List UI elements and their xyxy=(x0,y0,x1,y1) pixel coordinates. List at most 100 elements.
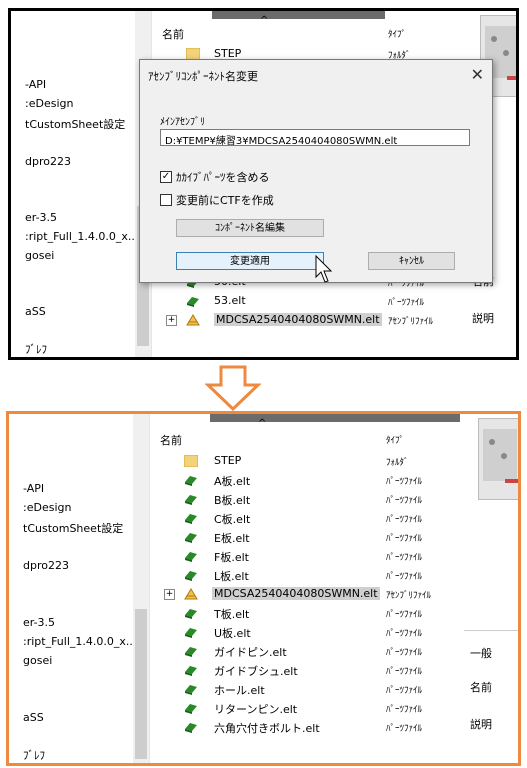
nav-item[interactable]: tCustomSheet設定 xyxy=(23,520,123,536)
part-icon xyxy=(185,552,197,562)
cancel-button[interactable]: ｷｬﾝｾﾙ xyxy=(368,252,455,270)
file-name: C板.elt xyxy=(214,513,251,526)
part-icon xyxy=(187,297,199,307)
file-name: STEP xyxy=(214,454,242,467)
nav-item[interactable]: :ript_Full_1.4.0.0_x... xyxy=(23,635,136,648)
part-icon xyxy=(185,495,197,505)
file-type: ﾊﾟｰﾂﾌｧｲﾙ xyxy=(386,515,423,525)
sort-indicator: ^ xyxy=(260,15,269,26)
main-assembly-path-field[interactable]: D:¥TEMP¥練習3¥MDCSA2540404080SWMN.elt xyxy=(160,129,470,147)
nav-scrollbar-thumb[interactable] xyxy=(135,609,147,759)
file-name: U板.elt xyxy=(214,627,251,640)
down-arrow-icon xyxy=(205,365,261,411)
main-assembly-label: ﾒｲﾝｱｾﾝﾌﾞﾘ xyxy=(160,117,205,128)
nav-item[interactable]: :ript_Full_1.4.0.0_x... xyxy=(25,230,138,243)
file-type: ﾊﾟｰﾂﾌｧｲﾙ xyxy=(386,686,423,696)
file-type: ｱｾﾝﾌﾞﾘﾌｧｲﾙ xyxy=(388,317,434,327)
file-type: ﾊﾟｰﾂﾌｧｲﾙ xyxy=(386,477,423,487)
nav-scrollbar[interactable] xyxy=(133,414,149,763)
file-name: T板.elt xyxy=(214,608,250,621)
after-screenshot: -API :eDesign tCustomSheet設定 dpro223 er-… xyxy=(6,411,521,766)
column-header-type[interactable]: ﾀｲﾌﾟ xyxy=(388,27,406,40)
details-label-description: 説明 xyxy=(470,718,492,731)
file-row[interactable]: F板.elt ﾊﾟｰﾂﾌｧｲﾙ xyxy=(150,547,465,566)
file-name: 六角穴付きボルト.elt xyxy=(214,722,320,735)
file-row-assembly[interactable]: + MDCSA2540404080SWMN.elt ｱｾﾝﾌﾞﾘﾌｧｲﾙ xyxy=(150,585,465,604)
part-icon xyxy=(185,685,197,695)
column-header-type[interactable]: ﾀｲﾌﾟ xyxy=(386,433,404,446)
nav-item[interactable]: ﾌﾞﾚﾌ xyxy=(25,341,47,357)
expand-icon[interactable]: + xyxy=(166,315,177,326)
file-row[interactable]: E板.elt ﾊﾟｰﾂﾌｧｲﾙ xyxy=(150,528,465,547)
include-external-parts-checkbox[interactable]: ✓ xyxy=(160,171,172,183)
file-type: ｱｾﾝﾌﾞﾘﾌｧｲﾙ xyxy=(386,591,432,601)
assembly-icon xyxy=(184,588,198,600)
part-icon xyxy=(185,704,197,714)
file-row[interactable]: ホール.elt ﾊﾟｰﾂﾌｧｲﾙ xyxy=(150,680,465,699)
column-header-name[interactable]: 名前 xyxy=(160,432,182,448)
navigation-pane: -API :eDesign tCustomSheet設定 dpro223 er-… xyxy=(11,11,151,357)
dialog-title: ｱｾﾝﾌﾞﾘｺﾝﾎﾟｰﾈﾝﾄ名変更 xyxy=(148,70,258,83)
before-screenshot: -API :eDesign tCustomSheet設定 dpro223 er-… xyxy=(8,8,519,360)
file-row[interactable]: L板.elt ﾊﾟｰﾂﾌｧｲﾙ xyxy=(150,566,465,585)
file-row[interactable]: A板.elt ﾊﾟｰﾂﾌｧｲﾙ xyxy=(150,471,465,490)
part-icon xyxy=(185,476,197,486)
nav-item[interactable]: :eDesign xyxy=(23,501,71,514)
part-icon xyxy=(185,533,197,543)
file-row[interactable]: U板.elt ﾊﾟｰﾂﾌｧｲﾙ xyxy=(150,623,465,642)
nav-item[interactable]: aSS xyxy=(25,305,46,318)
file-type: ﾊﾟｰﾂﾌｧｲﾙ xyxy=(386,572,423,582)
file-row-folder[interactable]: STEP ﾌｫﾙﾀﾞ xyxy=(150,452,465,471)
create-ctf-label: 変更前にCTFを作成 xyxy=(176,194,274,207)
file-name: ホール.elt xyxy=(214,684,265,697)
file-type: ﾊﾟｰﾂﾌｧｲﾙ xyxy=(386,553,423,563)
nav-item[interactable]: er-3.5 xyxy=(23,616,55,629)
nav-item[interactable]: :eDesign xyxy=(25,97,73,110)
file-row[interactable]: C板.elt ﾊﾟｰﾂﾌｧｲﾙ xyxy=(150,509,465,528)
nav-item[interactable]: -API xyxy=(23,482,44,495)
details-tab-general[interactable]: 一般 xyxy=(470,645,492,661)
part-icon xyxy=(185,723,197,733)
part-icon xyxy=(185,628,197,638)
apply-changes-button[interactable]: 変更適用 xyxy=(176,252,324,270)
nav-item[interactable]: gosei xyxy=(23,654,52,667)
file-list: ^ 名前 ﾀｲﾌﾟ STEP ﾌｫﾙﾀﾞ A板.elt ﾊﾟｰﾂﾌｧｲﾙ B板.elt ﾊ… xyxy=(149,414,466,763)
file-name: MDCSA2540404080SWMN.elt xyxy=(212,587,380,600)
nav-item[interactable]: aSS xyxy=(23,711,44,724)
file-name: F板.elt xyxy=(214,551,249,564)
preview-pane: 一般 名前 説明 xyxy=(464,414,518,763)
sort-indicator: ^ xyxy=(258,418,267,429)
file-row[interactable]: ガイドブシュ.elt ﾊﾟｰﾂﾌｧｲﾙ xyxy=(150,661,465,680)
file-row[interactable]: リターンピン.elt ﾊﾟｰﾂﾌｧｲﾙ xyxy=(150,699,465,718)
create-ctf-checkbox[interactable] xyxy=(160,194,172,206)
file-row[interactable]: T板.elt ﾊﾟｰﾂﾌｧｲﾙ xyxy=(150,604,465,623)
file-type: ﾊﾟｰﾂﾌｧｲﾙ xyxy=(386,724,423,734)
part-icon xyxy=(185,514,197,524)
nav-item[interactable]: tCustomSheet設定 xyxy=(25,116,125,132)
file-name: 53.elt xyxy=(214,294,246,307)
nav-item[interactable]: dpro223 xyxy=(25,155,71,168)
file-name: リターンピン.elt xyxy=(214,703,298,716)
nav-item[interactable]: ﾌﾞﾚﾌ xyxy=(23,747,45,763)
nav-item[interactable]: -API xyxy=(25,78,46,91)
nav-item[interactable]: dpro223 xyxy=(23,559,69,572)
file-name: A板.elt xyxy=(214,475,251,488)
file-type: ﾊﾟｰﾂﾌｧｲﾙ xyxy=(386,648,423,658)
close-icon[interactable]: ✕ xyxy=(471,65,484,84)
expand-icon[interactable]: + xyxy=(164,589,175,600)
file-type: ﾊﾟｰﾂﾌｧｲﾙ xyxy=(388,298,425,308)
file-row[interactable]: B板.elt ﾊﾟｰﾂﾌｧｲﾙ xyxy=(150,490,465,509)
file-row[interactable]: ガイドピン.elt ﾊﾟｰﾂﾌｧｲﾙ xyxy=(150,642,465,661)
edit-component-names-button[interactable]: ｺﾝﾎﾟｰﾈﾝﾄ名編集 xyxy=(176,219,324,237)
file-type: ﾌｫﾙﾀﾞ xyxy=(386,458,409,468)
file-row[interactable]: 六角穴付きボルト.elt ﾊﾟｰﾂﾌｧｲﾙ xyxy=(150,718,465,737)
column-header-name[interactable]: 名前 xyxy=(162,26,184,42)
nav-item[interactable]: gosei xyxy=(25,249,54,262)
part-icon xyxy=(185,666,197,676)
file-type: ﾊﾟｰﾂﾌｧｲﾙ xyxy=(386,610,423,620)
nav-item[interactable]: er-3.5 xyxy=(25,211,57,224)
file-type: ﾊﾟｰﾂﾌｧｲﾙ xyxy=(386,534,423,544)
file-row[interactable]: 53.elt ﾊﾟｰﾂﾌｧｲﾙ xyxy=(152,292,467,311)
file-row-assembly[interactable]: + MDCSA2540404080SWMN.elt ｱｾﾝﾌﾞﾘﾌｧｲﾙ xyxy=(152,311,467,330)
details-label-name: 名前 xyxy=(470,681,492,694)
